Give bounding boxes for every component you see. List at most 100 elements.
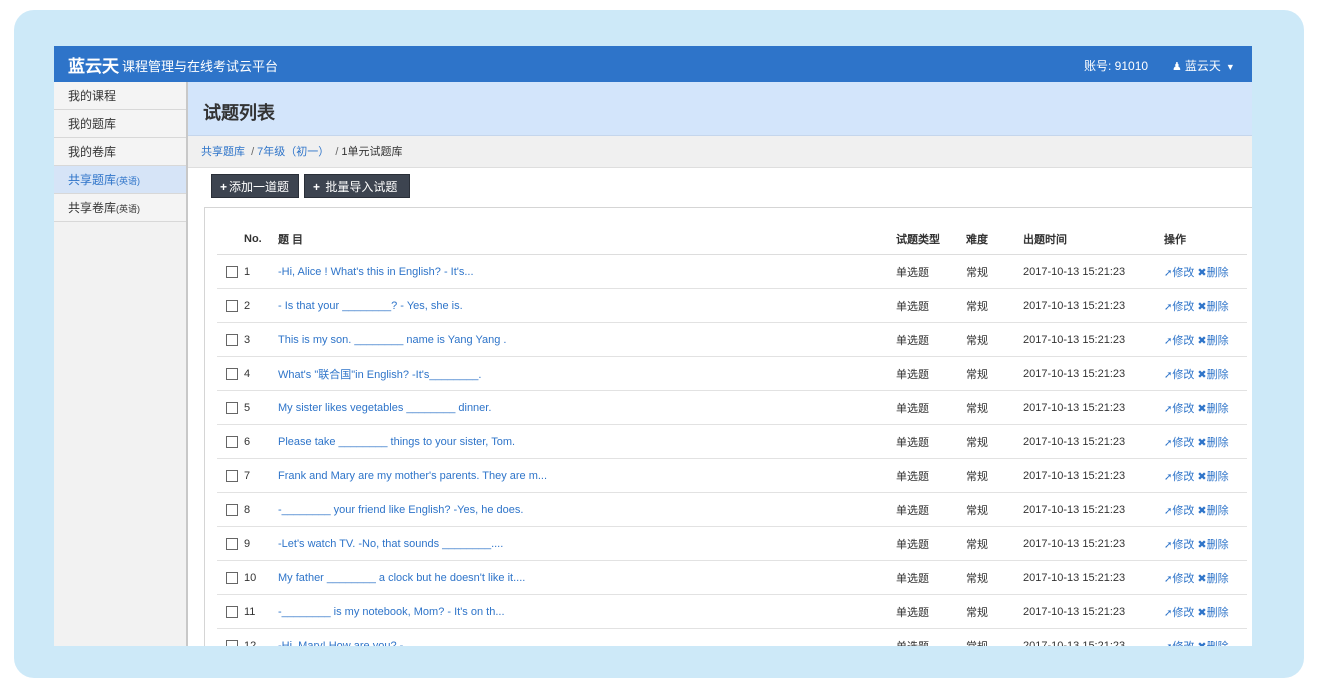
edit-button[interactable]: ➚修改 (1164, 267, 1194, 279)
delete-button[interactable]: ✖删除 (1194, 471, 1228, 483)
delete-button[interactable]: ✖删除 (1194, 607, 1228, 619)
checkbox-cell (217, 356, 243, 391)
sidebar-item-subject: (英语) (116, 204, 141, 214)
edit-button[interactable]: ➚修改 (1164, 335, 1194, 347)
question-time: 2017-10-13 15:21:23 (1022, 356, 1163, 391)
question-type: 单选题 (895, 424, 965, 459)
breadcrumb-separator: / (335, 146, 339, 158)
question-type: 单选题 (895, 254, 965, 289)
delete-button[interactable]: ✖删除 (1194, 641, 1228, 647)
edit-button[interactable]: ➚修改 (1164, 369, 1194, 381)
ops-cell: ➚修改✖删除 (1163, 458, 1247, 493)
sidebar-item[interactable]: 共享题库(英语) (54, 166, 186, 194)
top-navbar: 蓝云天 课程管理与在线考试云平台 账号: 91010 ♟ 蓝云天 ▼ (54, 46, 1252, 82)
edit-button[interactable]: ➚修改 (1164, 471, 1194, 483)
checkbox-cell (217, 322, 243, 357)
question-title-cell: -Let's watch TV. -No, that sounds ______… (277, 526, 895, 561)
row-checkbox[interactable] (226, 299, 238, 312)
row-checkbox[interactable] (226, 265, 238, 278)
edit-button[interactable]: ➚修改 (1164, 437, 1194, 449)
batch-import-button[interactable]: + 批量导入试题 (304, 174, 410, 198)
close-icon: ✖ (1197, 402, 1207, 415)
sidebar-item[interactable]: 我的卷库 (54, 138, 186, 166)
close-icon: ✖ (1197, 266, 1207, 279)
row-number: 8 (243, 492, 277, 527)
row-checkbox[interactable] (226, 333, 238, 346)
row-number: 5 (243, 390, 277, 425)
sidebar-item[interactable]: 我的课程 (54, 82, 186, 110)
delete-button[interactable]: ✖删除 (1194, 267, 1228, 279)
question-difficulty: 常规 (965, 594, 1022, 629)
question-title-link[interactable]: -Let's watch TV. -No, that sounds ______… (278, 538, 503, 550)
row-checkbox[interactable] (226, 435, 238, 448)
question-title-link[interactable]: -Hi, Alice ! What's this in English? - I… (278, 266, 474, 278)
brand-logo[interactable]: 蓝云天 (68, 52, 119, 77)
question-title-link[interactable]: -________ is my notebook, Mom? - It's on… (278, 606, 505, 618)
sidebar-item[interactable]: 共享卷库(英语) (54, 194, 186, 222)
question-title-link[interactable]: My sister likes vegetables ________ dinn… (278, 402, 491, 414)
sidebar-item[interactable]: 我的题库 (54, 110, 186, 138)
question-title-link[interactable]: Frank and Mary are my mother's parents. … (278, 470, 547, 482)
question-title-link[interactable]: - Is that your ________? - Yes, she is. (278, 300, 463, 312)
row-checkbox[interactable] (226, 537, 238, 550)
row-checkbox[interactable] (226, 571, 238, 584)
checkbox-cell (217, 288, 243, 323)
checkbox-cell (217, 492, 243, 527)
question-title-link[interactable]: My father ________ a clock but he doesn'… (278, 572, 525, 584)
breadcrumb-grade[interactable]: 7年级（初一） (257, 146, 329, 158)
ops-cell: ➚修改✖删除 (1163, 254, 1247, 289)
row-number: 6 (243, 424, 277, 459)
question-difficulty: 常规 (965, 526, 1022, 561)
row-number: 11 (243, 594, 277, 629)
question-time: 2017-10-13 15:21:23 (1022, 390, 1163, 425)
delete-button[interactable]: ✖删除 (1194, 369, 1228, 381)
checkbox-cell (217, 458, 243, 493)
question-title-link[interactable]: This is my son. ________ name is Yang Ya… (278, 334, 507, 346)
close-icon: ✖ (1197, 504, 1207, 517)
edit-button[interactable]: ➚修改 (1164, 301, 1194, 313)
close-icon: ✖ (1197, 436, 1207, 449)
close-icon: ✖ (1197, 606, 1207, 619)
plus-icon: + (313, 180, 321, 194)
question-title-link[interactable]: Please take ________ things to your sist… (278, 436, 515, 448)
add-question-button[interactable]: + 添加一道题 (211, 174, 299, 198)
question-time: 2017-10-13 15:21:23 (1022, 526, 1163, 561)
question-title-link[interactable]: -________ your friend like English? -Yes… (278, 504, 523, 516)
table-row: 11 -________ is my notebook, Mom? - It's … (217, 594, 1247, 629)
delete-button[interactable]: ✖删除 (1194, 403, 1228, 415)
edit-button[interactable]: ➚修改 (1164, 505, 1194, 517)
question-title-cell: This is my son. ________ name is Yang Ya… (277, 322, 895, 357)
question-title-cell: Frank and Mary are my mother's parents. … (277, 458, 895, 493)
question-time: 2017-10-13 15:21:23 (1022, 288, 1163, 323)
row-checkbox[interactable] (226, 639, 238, 646)
user-menu[interactable]: ♟ 蓝云天 ▼ (1172, 57, 1235, 74)
edit-button[interactable]: ➚修改 (1164, 607, 1194, 619)
close-icon: ✖ (1197, 538, 1207, 551)
row-checkbox[interactable] (226, 503, 238, 516)
question-title-link[interactable]: What's "联合国"in English? -It's________. (278, 369, 481, 381)
question-table: No. 题 目 试题类型 难度 出题时间 操作 1 -Hi, Alice ! Wh… (217, 224, 1247, 646)
delete-button[interactable]: ✖删除 (1194, 437, 1228, 449)
edit-button[interactable]: ➚修改 (1164, 641, 1194, 647)
question-title-cell: My sister likes vegetables ________ dinn… (277, 390, 895, 425)
delete-button[interactable]: ✖删除 (1194, 301, 1228, 313)
row-checkbox[interactable] (226, 605, 238, 618)
sidebar-item-label: 共享题库 (68, 173, 117, 187)
question-type: 单选题 (895, 458, 965, 493)
edit-button[interactable]: ➚修改 (1164, 403, 1194, 415)
edit-button[interactable]: ➚修改 (1164, 573, 1194, 585)
delete-button[interactable]: ✖删除 (1194, 335, 1228, 347)
row-checkbox[interactable] (226, 401, 238, 414)
ops-cell: ➚修改✖删除 (1163, 390, 1247, 425)
account-number: 账号: 91010 (1084, 59, 1149, 73)
breadcrumb-shared-bank[interactable]: 共享题库 (201, 146, 245, 158)
delete-button[interactable]: ✖删除 (1194, 539, 1228, 551)
edit-button[interactable]: ➚修改 (1164, 539, 1194, 551)
checkbox-cell (217, 390, 243, 425)
question-title-link[interactable]: -Hi, Mary! How are you? - ________ (278, 640, 455, 647)
delete-button[interactable]: ✖删除 (1194, 573, 1228, 585)
row-checkbox[interactable] (226, 469, 238, 482)
delete-button[interactable]: ✖删除 (1194, 505, 1228, 517)
question-type: 单选题 (895, 560, 965, 595)
row-checkbox[interactable] (226, 367, 238, 380)
